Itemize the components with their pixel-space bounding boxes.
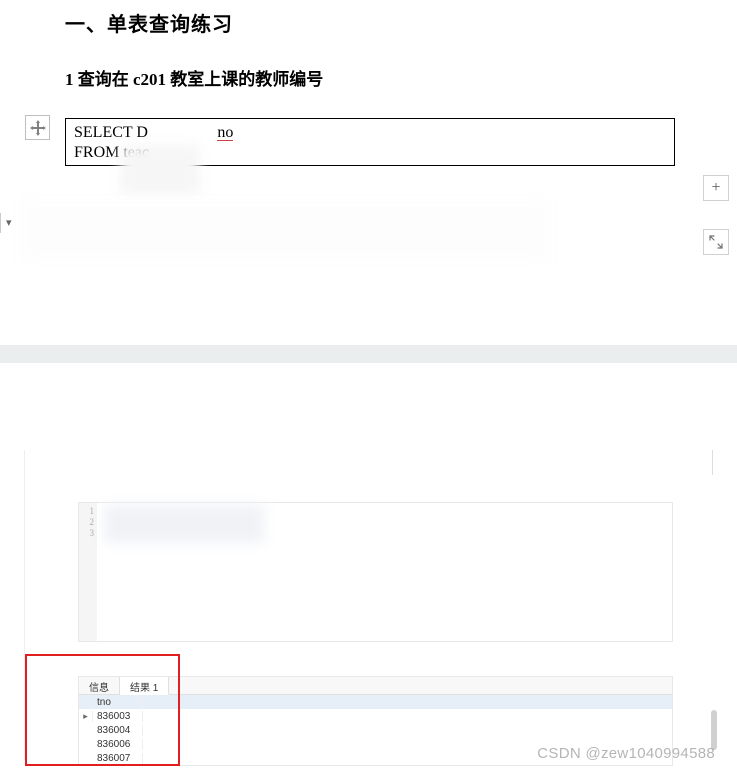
redaction-blur	[104, 505, 264, 543]
cell-value: 836003	[93, 711, 143, 722]
row-indicator-icon: ▸	[79, 711, 93, 722]
question-number: 1	[65, 70, 74, 89]
expand-icon[interactable]	[703, 229, 729, 255]
cell-value: 836004	[93, 725, 143, 736]
tab-result[interactable]: 结果 1	[120, 677, 169, 695]
cell-value: 836007	[93, 753, 143, 764]
sql-editor[interactable]: 1 2 3	[78, 502, 673, 642]
chevron-down-icon[interactable]: ▾	[3, 210, 15, 235]
redaction-blur	[120, 145, 200, 195]
line-number: 2	[79, 517, 94, 528]
scrollbar-thumb[interactable]	[711, 710, 717, 750]
column-header[interactable]: tno	[93, 697, 143, 708]
redaction-blur	[20, 200, 550, 260]
line-number: 1	[79, 506, 94, 517]
separator	[0, 213, 1, 233]
line-number: 3	[79, 528, 94, 539]
cell-value: 836006	[93, 739, 143, 750]
line-number-gutter: 1 2 3	[79, 503, 97, 641]
watermark: CSDN @zew1040994588	[537, 745, 715, 762]
add-button[interactable]: +	[703, 175, 729, 201]
question-text: 查询在 c201 教室上课的教师编号	[78, 70, 324, 89]
right-toolbar: +	[703, 175, 729, 255]
code-fragment-underlined: no	[217, 126, 233, 141]
tab-info[interactable]: 信息	[79, 677, 120, 694]
code-fragment: SELECT D	[74, 124, 148, 141]
section-title: 一、单表查询练习	[65, 8, 737, 37]
left-toolbar: ▾	[0, 210, 15, 235]
move-handle-icon[interactable]	[25, 115, 50, 140]
lower-page-edge	[712, 450, 713, 475]
result-tabs: 信息 结果 1	[79, 677, 672, 695]
question-title: 1 查询在 c201 教室上课的教师编号	[65, 65, 737, 90]
page-divider	[0, 345, 737, 363]
table-row[interactable]: ▸ 836003	[79, 709, 672, 723]
table-row[interactable]: 836004	[79, 723, 672, 737]
grid-header-row: tno	[79, 695, 672, 709]
